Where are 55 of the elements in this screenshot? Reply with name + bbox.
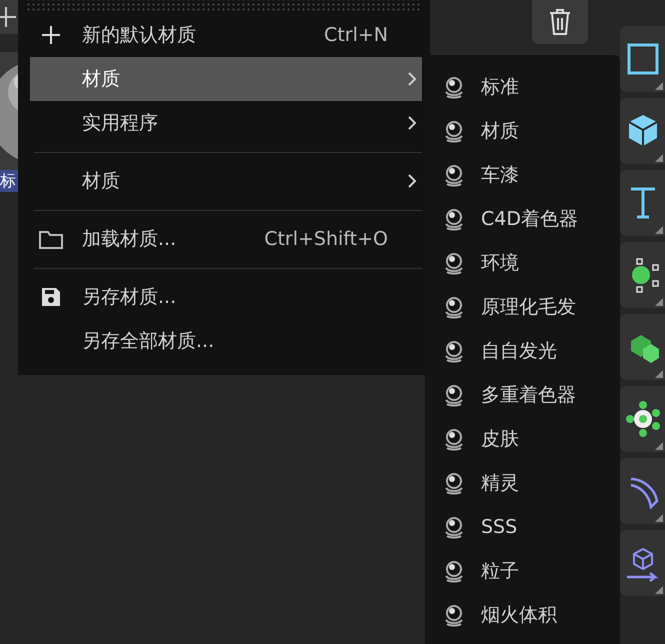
corner-icon (655, 298, 663, 306)
menu-item[interactable]: 另存全部材质... (30, 319, 422, 363)
menu-item[interactable]: 材质 (425, 109, 620, 153)
menu-item[interactable]: SSS (425, 505, 620, 549)
corner-icon (655, 586, 663, 594)
tool-button[interactable] (620, 98, 665, 164)
folder-icon (38, 228, 64, 250)
delete-button[interactable] (532, 0, 588, 44)
material-ball-icon (443, 163, 465, 187)
material-ball-icon (443, 427, 465, 451)
tool-button[interactable] (620, 458, 665, 524)
menu-item[interactable]: 标准 (425, 65, 620, 109)
menu-item[interactable]: C4D着色器 (425, 197, 620, 241)
menu-item[interactable]: 另存材质... (30, 275, 422, 319)
material-ball-icon (443, 295, 465, 319)
menu-item[interactable]: 精灵 (425, 461, 620, 505)
material-ball-icon (443, 471, 465, 495)
material-ball-icon (443, 207, 465, 231)
corner-icon (655, 370, 663, 378)
tool-button[interactable] (620, 530, 665, 596)
menu-item[interactable]: 加载材质... Ctrl+Shift+O (30, 217, 422, 261)
tool-button[interactable] (620, 314, 665, 380)
corner-icon (655, 442, 663, 450)
menu-item[interactable]: 材质 (30, 57, 422, 101)
material-ball-icon (443, 119, 465, 143)
material-ball-icon (443, 383, 465, 407)
menu-item[interactable]: 原理化毛发 (425, 285, 620, 329)
plus-icon (0, 5, 16, 29)
menu-item[interactable]: 皮肤 (425, 417, 620, 461)
material-ball-icon (443, 515, 465, 539)
material-ball-icon (443, 75, 465, 99)
menu-item[interactable]: 车漆 (425, 153, 620, 197)
material-ball-icon (443, 339, 465, 363)
menu-item[interactable]: 自自发光 (425, 329, 620, 373)
material-ball-icon (443, 559, 465, 583)
trash-icon (548, 8, 572, 36)
tool-button[interactable] (620, 26, 665, 92)
material-ball-icon (443, 603, 465, 627)
menu-item[interactable]: 新的默认材质 Ctrl+N (30, 13, 422, 57)
tool-button[interactable] (620, 170, 665, 236)
corner-icon (655, 514, 663, 522)
corner-icon (655, 226, 663, 234)
menu-item[interactable]: 多重着色器 (425, 373, 620, 417)
menu-item[interactable]: 环境 (425, 241, 620, 285)
menu-item[interactable]: 实用程序 (30, 101, 422, 145)
material-ball-icon (443, 251, 465, 275)
tool-button[interactable] (620, 242, 665, 308)
corner-icon (655, 82, 663, 90)
material-name: 标 (0, 170, 18, 192)
corner-icon (655, 154, 663, 162)
add-button[interactable] (0, 0, 18, 34)
tool-button[interactable] (620, 386, 665, 452)
menu-item[interactable]: 粒子 (425, 549, 620, 593)
menu-item[interactable]: 烟火体积 (425, 593, 620, 637)
menu-item[interactable]: 材质 (30, 159, 422, 203)
